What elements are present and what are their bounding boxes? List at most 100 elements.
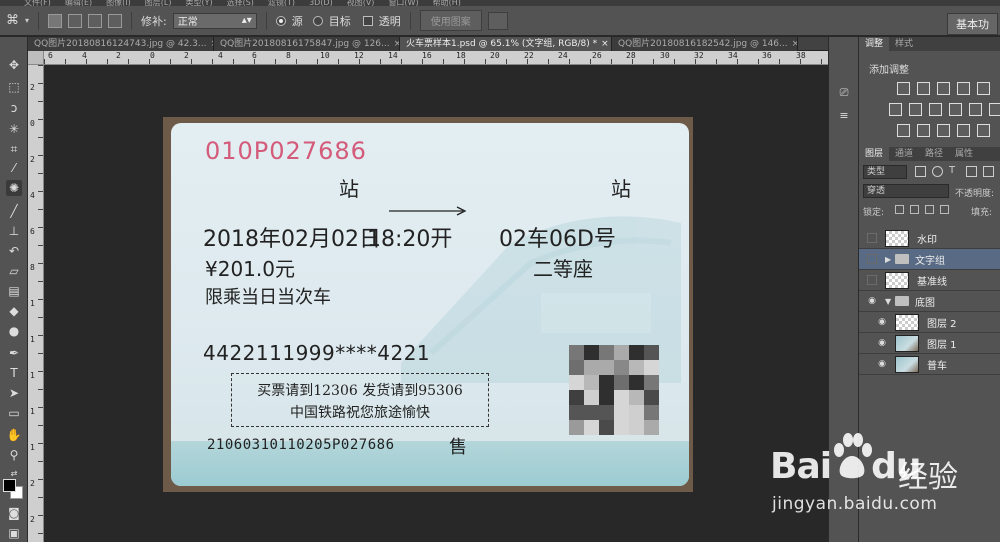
close-icon[interactable]: × bbox=[792, 37, 797, 51]
ruler-origin[interactable] bbox=[28, 51, 44, 65]
layer-row-baseline[interactable]: 基准线 bbox=[859, 270, 1000, 291]
type-filter-icon[interactable]: T bbox=[949, 166, 960, 177]
gradient-tool-icon[interactable]: ▤ bbox=[6, 283, 22, 299]
photo-filter-icon[interactable] bbox=[949, 103, 962, 116]
vibrance-icon[interactable] bbox=[977, 82, 990, 95]
channel-mixer-icon[interactable] bbox=[969, 103, 982, 116]
lock-all-icon[interactable] bbox=[940, 205, 949, 214]
invert-icon[interactable] bbox=[897, 124, 910, 137]
visibility-toggle[interactable] bbox=[867, 254, 877, 264]
posterize-icon[interactable] bbox=[917, 124, 930, 137]
shape-tool-icon[interactable]: ▭ bbox=[6, 405, 22, 421]
type-tool-icon[interactable]: T bbox=[6, 365, 22, 381]
intersect-selection-icon[interactable] bbox=[108, 13, 123, 28]
patch-mode-select[interactable]: 正常 ▴▾ bbox=[172, 12, 257, 29]
hue-saturation-icon[interactable] bbox=[889, 103, 902, 116]
target-radio[interactable] bbox=[312, 15, 323, 26]
crop-tool-icon[interactable]: ⌗ bbox=[6, 141, 22, 157]
stamp-tool-icon[interactable]: ⊥ bbox=[6, 223, 22, 239]
chevron-down-icon[interactable]: ▼ bbox=[885, 297, 893, 306]
tab-layers[interactable]: 图层 bbox=[859, 147, 890, 161]
levels-icon[interactable] bbox=[917, 82, 930, 95]
history-panel-icon[interactable]: ⎚ bbox=[838, 86, 850, 99]
ruler-tick bbox=[65, 59, 66, 64]
layer-filter-select[interactable]: 类型 bbox=[863, 165, 907, 179]
smart-object-filter-icon[interactable] bbox=[983, 166, 994, 177]
patch-tool-icon[interactable]: ✺ bbox=[6, 180, 22, 196]
lasso-tool-icon[interactable]: ↄ bbox=[6, 100, 22, 116]
workspace-button[interactable]: 基本功 bbox=[947, 13, 998, 35]
eye-icon[interactable]: ◉ bbox=[875, 358, 889, 370]
eraser-tool-icon[interactable]: ▱ bbox=[6, 263, 22, 279]
selective-color-icon[interactable] bbox=[957, 124, 970, 137]
chevron-right-icon[interactable]: ▶ bbox=[885, 255, 893, 264]
pattern-picker-button[interactable] bbox=[487, 11, 508, 30]
horizontal-ruler[interactable]: 6 4 2 0 2 4 6 8 10 12 14 16 18 20 22 24 26 28 30 32 34 36 38 bbox=[44, 51, 828, 65]
screen-mode-icon[interactable]: ▣ bbox=[6, 525, 22, 541]
subtract-selection-icon[interactable] bbox=[88, 13, 103, 28]
zoom-tool-icon[interactable]: ⚲ bbox=[6, 447, 22, 463]
add-selection-icon[interactable] bbox=[68, 13, 83, 28]
visibility-toggle[interactable] bbox=[867, 275, 877, 285]
black-white-icon[interactable] bbox=[929, 103, 942, 116]
ruler-tick bbox=[38, 389, 43, 390]
lock-pixels-icon[interactable] bbox=[910, 205, 919, 214]
eye-icon[interactable]: ◉ bbox=[875, 337, 889, 349]
use-pattern-button[interactable]: 使用图案 bbox=[419, 10, 482, 31]
threshold-icon[interactable] bbox=[937, 124, 950, 137]
blend-mode-select[interactable]: 穿透 bbox=[863, 184, 949, 198]
quick-mask-icon[interactable]: ◙ bbox=[6, 505, 22, 521]
document-tab[interactable]: QQ图片20180816182542.jpg @ 146... × bbox=[612, 37, 798, 51]
document-tab-active[interactable]: 火车票样本1.psd @ 65.1% (文字组, RGB/8) * × bbox=[400, 37, 612, 51]
lock-transparent-icon[interactable] bbox=[895, 205, 904, 214]
brightness-icon[interactable] bbox=[897, 82, 910, 95]
gradient-map-icon[interactable] bbox=[977, 124, 990, 137]
color-lookup-icon[interactable] bbox=[989, 103, 1000, 116]
blur-tool-icon[interactable]: ◆ bbox=[6, 303, 22, 319]
transparent-checkbox[interactable] bbox=[362, 15, 373, 26]
close-icon[interactable]: × bbox=[601, 37, 609, 51]
layer-row-layer-2[interactable]: ◉ 图层 2 bbox=[859, 312, 1000, 333]
exposure-icon[interactable] bbox=[957, 82, 970, 95]
eye-icon[interactable]: ◉ bbox=[875, 316, 889, 328]
tab-styles[interactable]: 样式 bbox=[889, 37, 919, 51]
tab-adjustments[interactable]: 调整 bbox=[859, 37, 890, 51]
ruler-tick bbox=[380, 59, 381, 64]
marquee-tool-icon[interactable]: ⬚ bbox=[6, 79, 22, 95]
document-canvas[interactable]: 010P027686 站 站 2018年02月02日 18:20开 02车06D… bbox=[44, 65, 828, 542]
tool-preset-icon[interactable]: ⌘ bbox=[6, 13, 19, 28]
layer-row-normal-train[interactable]: ◉ 普车 bbox=[859, 354, 1000, 375]
document-tab[interactable]: QQ图片20180816124743.jpg @ 42.3...× bbox=[28, 37, 214, 51]
dodge-tool-icon[interactable]: ● bbox=[6, 323, 22, 339]
foreground-color-swatch[interactable] bbox=[3, 479, 16, 492]
quick-select-tool-icon[interactable]: ✳ bbox=[6, 121, 22, 137]
source-radio[interactable] bbox=[275, 15, 286, 26]
adjustment-filter-icon[interactable] bbox=[932, 166, 943, 177]
path-select-tool-icon[interactable]: ➤ bbox=[6, 385, 22, 401]
history-brush-tool-icon[interactable]: ↶ bbox=[6, 243, 22, 259]
lock-position-icon[interactable] bbox=[925, 205, 934, 214]
document-tab[interactable]: QQ图片20180816175847.jpg @ 126...× bbox=[214, 37, 400, 51]
brush-tool-icon[interactable]: ╱ bbox=[6, 203, 22, 219]
layer-row-watermark[interactable]: 水印 bbox=[859, 228, 1000, 249]
tab-paths[interactable]: 路径 bbox=[919, 147, 949, 161]
new-selection-icon[interactable] bbox=[48, 13, 63, 28]
tool-preset-dropdown-icon[interactable]: ▾ bbox=[25, 16, 29, 25]
eye-icon[interactable]: ◉ bbox=[865, 295, 879, 307]
visibility-toggle[interactable] bbox=[867, 233, 877, 243]
layer-row-base-group[interactable]: ◉ ▼ 底图 bbox=[859, 291, 1000, 312]
pen-tool-icon[interactable]: ✒ bbox=[6, 345, 22, 361]
layer-row-text-group[interactable]: ▶ 文字组 bbox=[859, 249, 1000, 270]
tab-channels[interactable]: 通道 bbox=[889, 147, 919, 161]
shape-filter-icon[interactable] bbox=[966, 166, 977, 177]
properties-panel-icon[interactable]: ≡ bbox=[838, 109, 850, 122]
eyedropper-tool-icon[interactable]: ⁄ bbox=[6, 160, 22, 176]
move-tool-icon[interactable]: ✥ bbox=[6, 57, 22, 73]
hand-tool-icon[interactable]: ✋ bbox=[6, 427, 22, 443]
vertical-ruler[interactable]: 2 0 2 4 6 8 1 1 1 1 1 2 2 bbox=[28, 65, 44, 542]
layer-row-layer-1[interactable]: ◉ 图层 1 bbox=[859, 333, 1000, 354]
tab-properties[interactable]: 属性 bbox=[949, 147, 979, 161]
curves-icon[interactable] bbox=[937, 82, 950, 95]
pixel-filter-icon[interactable] bbox=[915, 166, 926, 177]
color-balance-icon[interactable] bbox=[909, 103, 922, 116]
